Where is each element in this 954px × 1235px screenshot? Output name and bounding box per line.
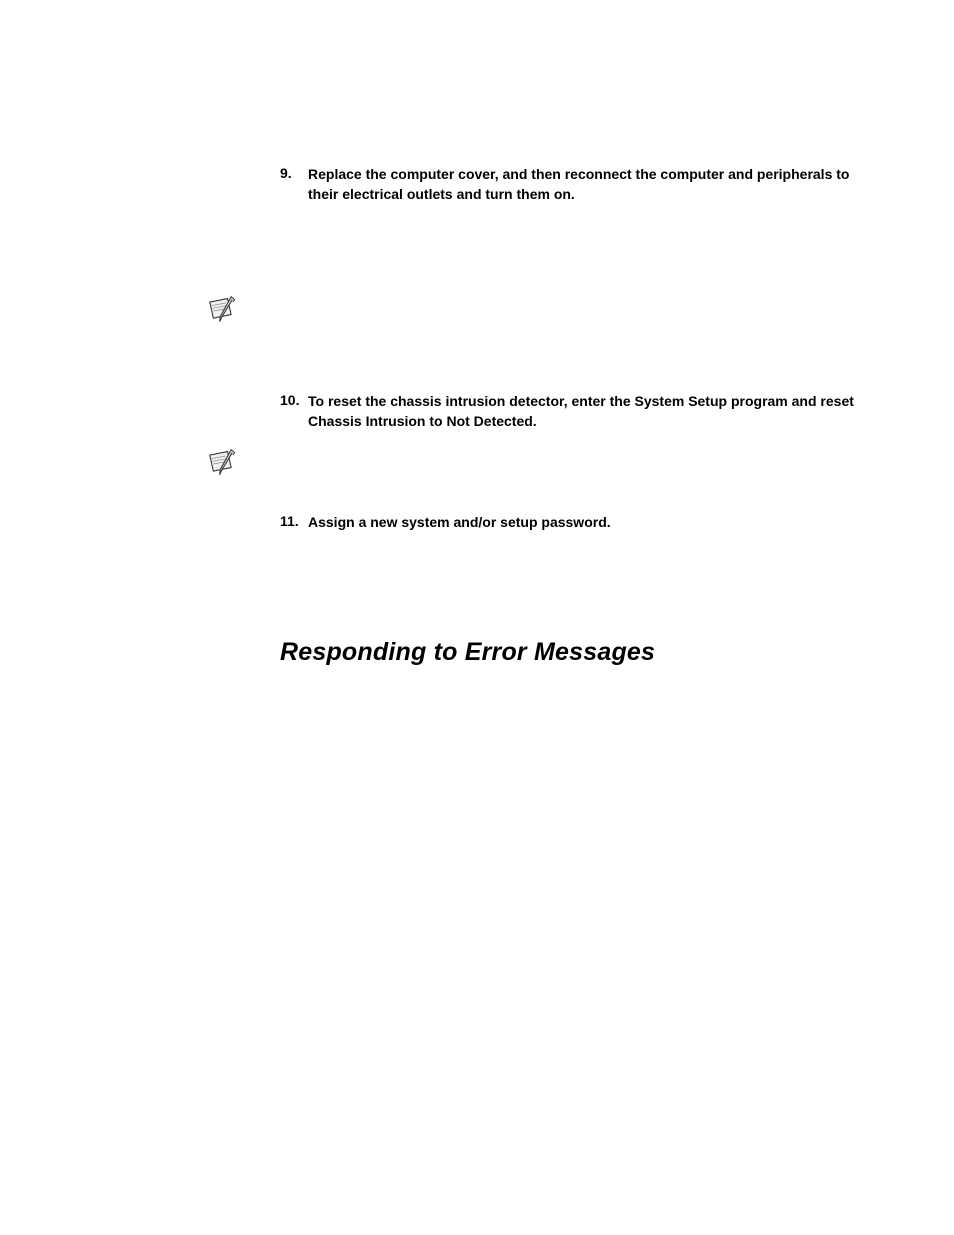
step-9: 9. Replace the computer cover, and then … [280,165,860,204]
step-number: 10. [280,392,308,431]
step-text: Assign a new system and/or setup passwor… [308,513,611,533]
step-text: Replace the computer cover, and then rec… [308,165,860,204]
step-10: 10. To reset the chassis intrusion detec… [280,392,860,431]
step-11: 11. Assign a new system and/or setup pas… [280,513,860,533]
note-icon [206,295,242,332]
step-text: To reset the chassis intrusion detector,… [308,392,860,431]
step-number: 9. [280,165,308,204]
document-content: 9. Replace the computer cover, and then … [280,165,860,667]
step-number: 11. [280,513,308,533]
note-icon [206,448,242,485]
section-heading: Responding to Error Messages [280,638,860,667]
